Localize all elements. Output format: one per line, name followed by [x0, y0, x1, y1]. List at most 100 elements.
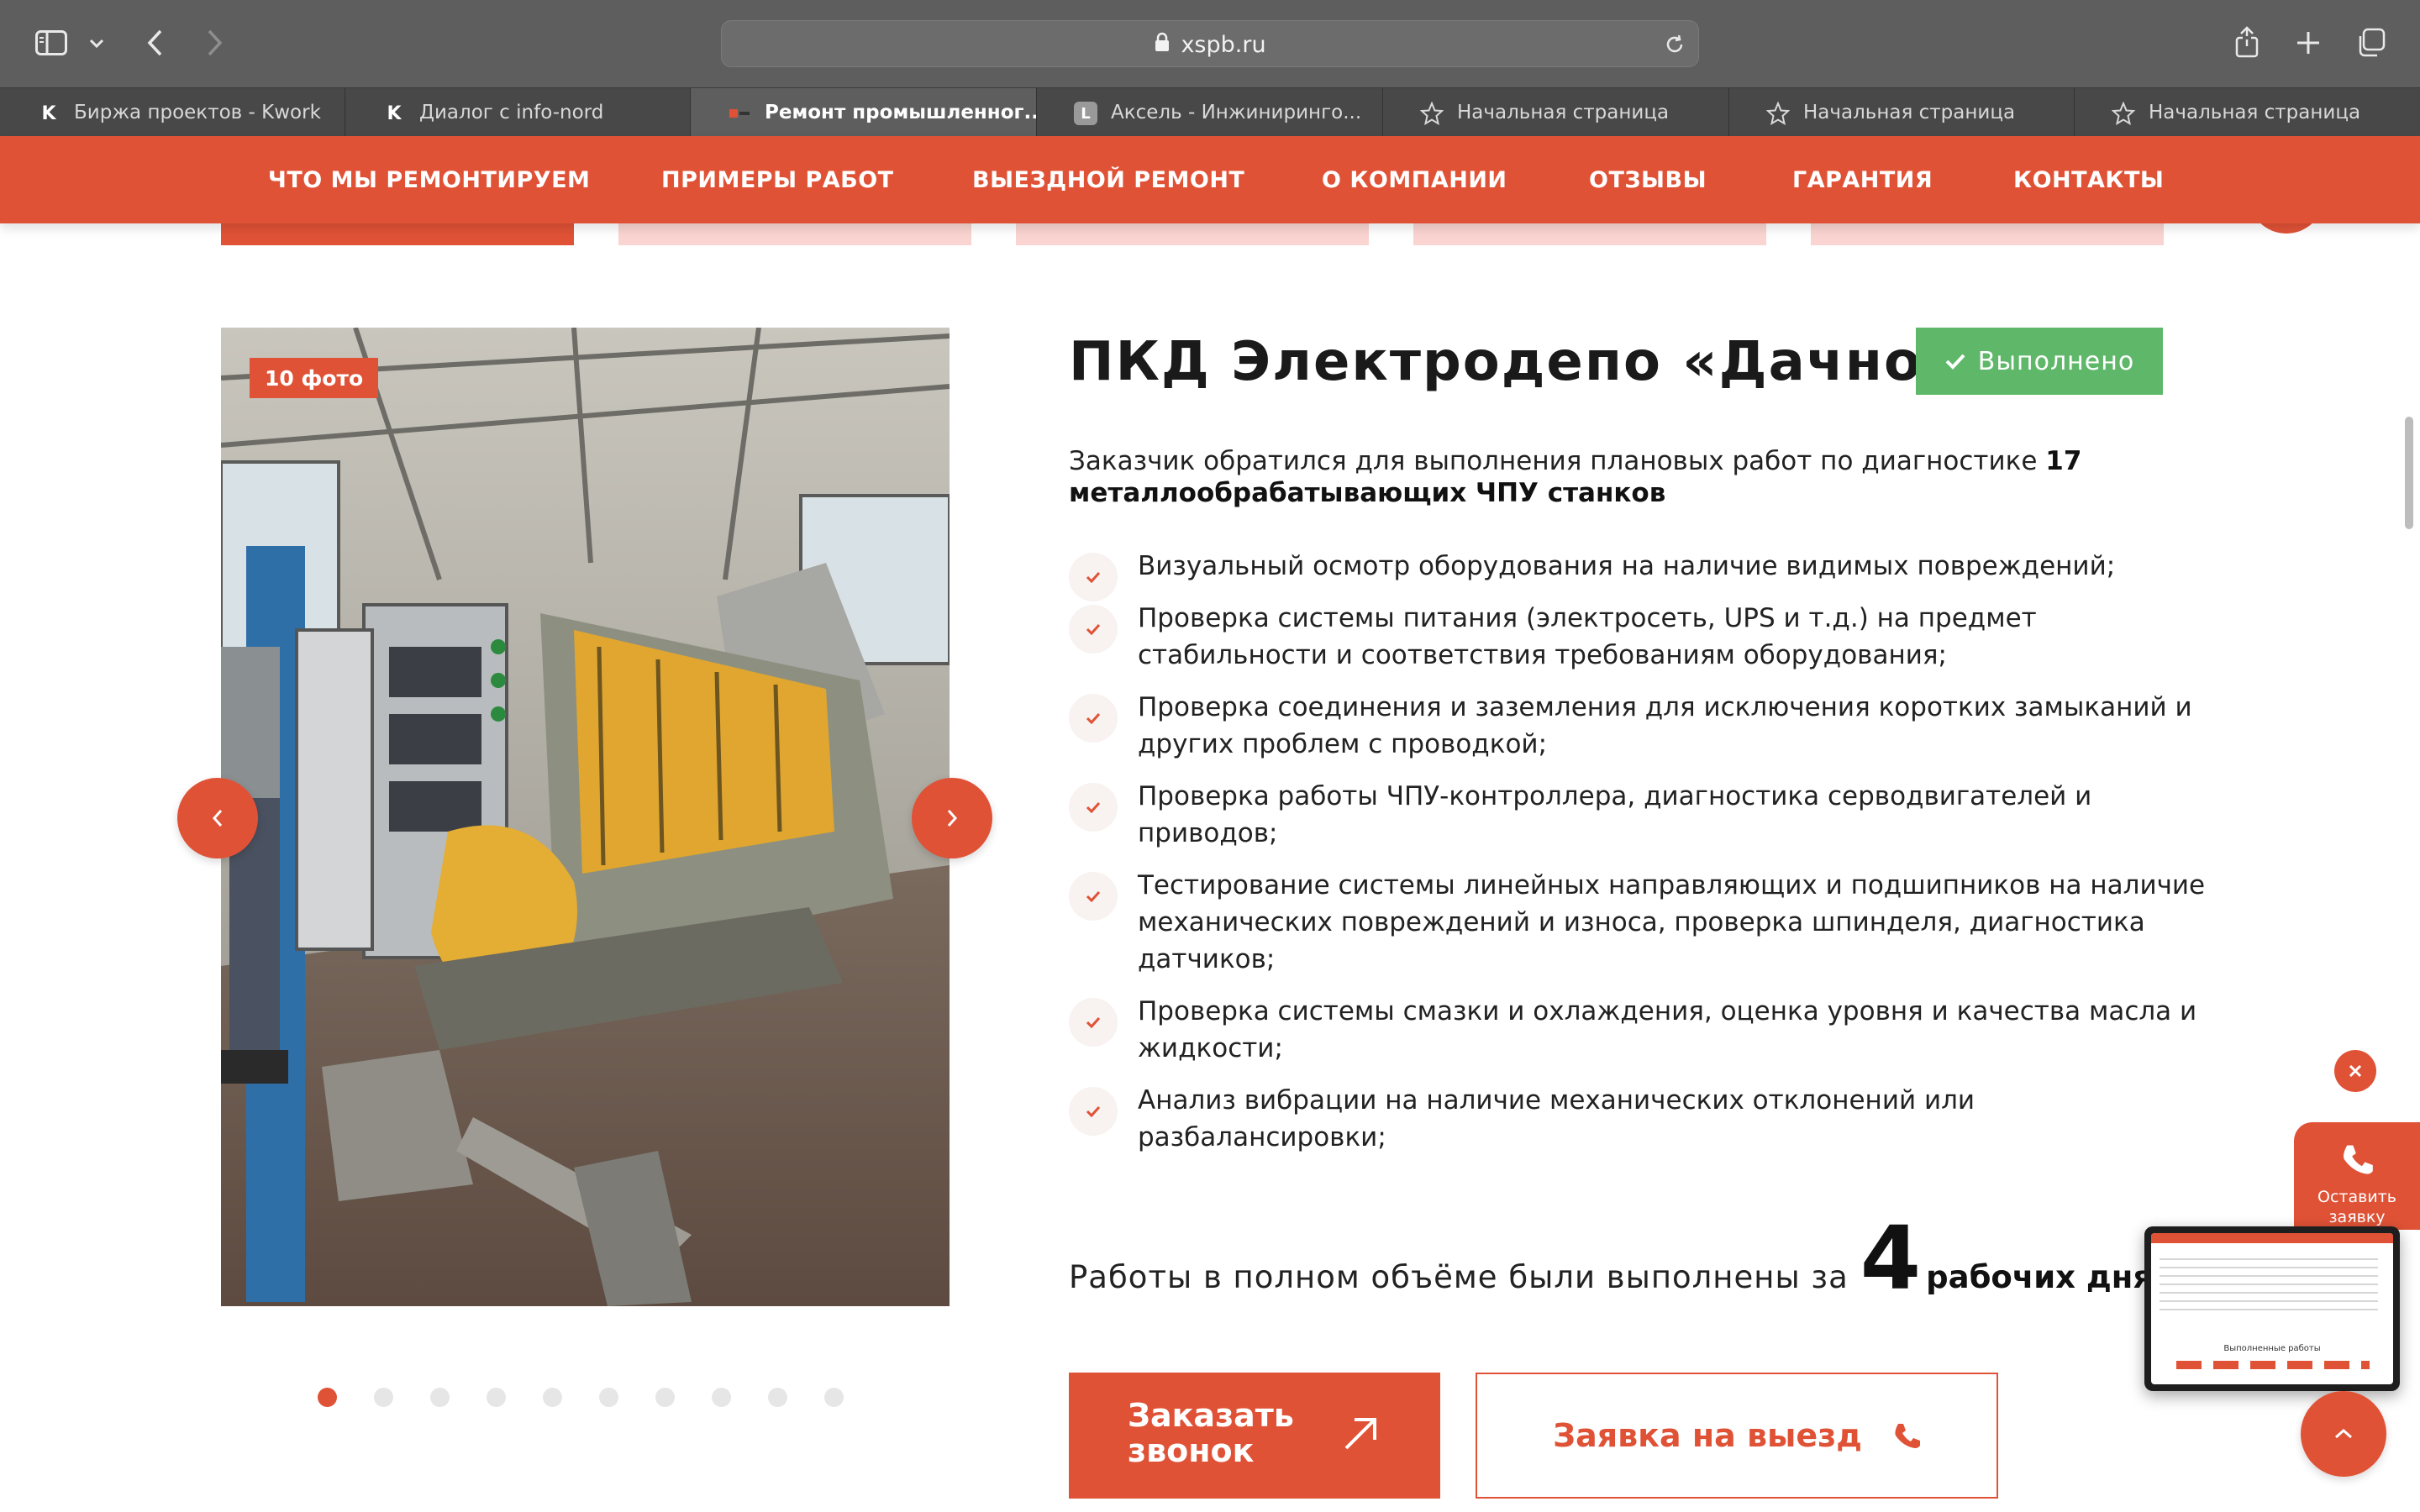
letter-l-icon: L — [1074, 102, 1097, 125]
onsite-request-button[interactable]: Заявка на выезд — [1476, 1373, 1998, 1499]
next-photo-button[interactable] — [912, 778, 992, 858]
url-text: xspb.ru — [1181, 31, 1266, 58]
list-item-text: Проверка системы питания (электросеть, U… — [1138, 603, 2037, 670]
tab-label: Начальная страница — [1803, 102, 2016, 123]
share-icon[interactable] — [2228, 22, 2265, 62]
thumbnail-preview: Выполненные работы — [2151, 1233, 2393, 1384]
tab-label: Начальная страница — [1457, 102, 1670, 123]
list-item-text: Анализ вибрации на наличие механических … — [1138, 1085, 1975, 1152]
arrow-up-right-icon — [1344, 1418, 1376, 1450]
page-scrollbar[interactable] — [2405, 417, 2413, 529]
chevron-left-icon — [212, 810, 223, 827]
pagination-dot[interactable] — [374, 1388, 393, 1407]
result-summary: Работы в полном объёме были выполнены за… — [1069, 1207, 2153, 1310]
gallery-pagination — [318, 1388, 844, 1408]
sidebar-toggle-icon[interactable] — [32, 24, 71, 62]
scroll-to-top-button[interactable] — [2301, 1391, 2386, 1477]
tab-label: Биржа проектов - Kwork — [74, 102, 321, 123]
tab-start-2[interactable]: Начальная страница — [1729, 88, 2075, 137]
list-item: Визуальный осмотр оборудования на наличи… — [1069, 548, 2228, 601]
tab-aksel[interactable]: L Аксель - Инжиниринго... — [1037, 88, 1383, 137]
tab-dialog[interactable]: K Диалог с info-nord — [345, 88, 691, 137]
browser-window: xspb.ru K Биржа проектов - Kwork K Диало… — [0, 0, 2420, 1512]
list-item-text: Визуальный осмотр оборудования на наличи… — [1138, 551, 2116, 581]
chevron-down-icon[interactable] — [84, 29, 109, 59]
tab-start-1[interactable]: Начальная страница — [1383, 88, 1729, 137]
pagination-dot[interactable] — [318, 1388, 337, 1407]
pagination-dot[interactable] — [599, 1388, 618, 1407]
pagination-dot[interactable] — [768, 1388, 787, 1407]
check-icon — [1069, 783, 1118, 832]
kwork-icon: K — [387, 102, 402, 124]
list-item: Анализ вибрации на наличие механических … — [1069, 1082, 2228, 1156]
thumbnail-caption: Выполненные работы — [2223, 1344, 2321, 1353]
check-icon — [1069, 1087, 1118, 1136]
new-tab-icon[interactable] — [2289, 24, 2328, 62]
category-tab-active[interactable] — [221, 223, 574, 245]
pagination-dot[interactable] — [655, 1388, 675, 1407]
tab-label: Начальная страница — [2149, 102, 2361, 123]
nav-warranty[interactable]: ГАРАНТИЯ — [1792, 136, 1933, 223]
tab-kwork[interactable]: K Биржа проектов - Kwork — [0, 88, 345, 137]
category-tab[interactable] — [1413, 223, 1766, 245]
tab-label: Ремонт промышленног... — [765, 102, 1037, 123]
chevron-up-icon — [2335, 1428, 2352, 1439]
result-text: Работы в полном объёме были выполнены за — [1069, 1259, 1849, 1295]
pagination-dot[interactable] — [543, 1388, 562, 1407]
list-item-text: Проверка системы смазки и охлаждения, оц… — [1138, 996, 2197, 1063]
browser-toolbar: xspb.ru — [0, 0, 2420, 87]
phone-icon — [1895, 1424, 1920, 1448]
star-icon — [2112, 102, 2135, 125]
intro-text: Заказчик обратился для выполнения планов… — [1069, 446, 2046, 476]
list-item-text: Проверка соединения и заземления для иск… — [1138, 692, 2192, 759]
project-photo[interactable] — [221, 328, 950, 1306]
back-icon[interactable] — [136, 24, 175, 62]
nav-onsite-repair[interactable]: ВЫЕЗДНОЙ РЕМОНТ — [972, 136, 1244, 223]
forward-icon[interactable] — [195, 24, 234, 62]
list-item-text: Тестирование системы линейных направляющ… — [1138, 870, 2206, 974]
pagination-dot[interactable] — [712, 1388, 731, 1407]
prev-photo-button[interactable] — [177, 778, 258, 858]
check-icon — [1945, 354, 1965, 370]
check-icon — [1069, 605, 1118, 654]
check-icon — [1069, 872, 1118, 921]
order-call-label: Заказать звонок — [1128, 1397, 1294, 1469]
order-call-button[interactable]: Заказать звонок — [1069, 1373, 1440, 1499]
list-item-text: Проверка работы ЧПУ-контроллера, диагнос… — [1138, 781, 2092, 848]
nav-what-we-repair[interactable]: ЧТО МЫ РЕМОНТИРУЕМ — [268, 136, 590, 223]
tab-overview-icon[interactable] — [2351, 24, 2390, 62]
nav-contacts[interactable]: КОНТАКТЫ — [2013, 136, 2164, 223]
pagination-dot[interactable] — [824, 1388, 844, 1407]
photo-count-badge: 10 фото — [250, 358, 379, 398]
tab-start-3[interactable]: Начальная страница — [2075, 88, 2420, 137]
tab-active-repair[interactable]: Ремонт промышленног... — [691, 88, 1037, 137]
star-icon — [1766, 102, 1790, 125]
pagination-dot[interactable] — [487, 1388, 506, 1407]
leave-request-widget[interactable]: Оставить заявку — [2294, 1122, 2420, 1230]
tab-label: Диалог с info-nord — [419, 102, 604, 123]
status-text: Выполнено — [1977, 346, 2135, 376]
tab-bar: K Биржа проектов - Kwork K Диалог с info… — [0, 87, 2420, 137]
nav-reviews[interactable]: ОТЗЫВЫ — [1589, 136, 1707, 223]
nav-work-examples[interactable]: ПРИМЕРЫ РАБОТ — [661, 136, 894, 223]
status-badge: Выполнено — [1916, 328, 2163, 395]
close-widget-button[interactable] — [2334, 1050, 2376, 1092]
list-item: Тестирование системы линейных направляющ… — [1069, 867, 2228, 978]
category-tab[interactable] — [1016, 223, 1369, 245]
site-icon — [728, 102, 751, 125]
list-item: Проверка соединения и заземления для иск… — [1069, 689, 2228, 763]
project-title: ПКД Электродепо «Дачное» — [1069, 331, 1997, 393]
screenshot-thumbnail[interactable]: Выполненные работы — [2144, 1226, 2400, 1391]
result-days-number: 4 — [1860, 1207, 1922, 1310]
pagination-dot[interactable] — [430, 1388, 450, 1407]
category-tab[interactable] — [1811, 223, 2164, 245]
list-item: Проверка системы смазки и охлаждения, оц… — [1069, 993, 2228, 1067]
address-bar[interactable]: xspb.ru — [721, 20, 1699, 67]
star-icon — [1420, 102, 1444, 125]
category-tab[interactable] — [618, 223, 971, 245]
nav-about[interactable]: О КОМПАНИИ — [1322, 136, 1507, 223]
tab-label: Аксель - Инжиниринго... — [1111, 102, 1362, 123]
reload-icon[interactable] — [1663, 33, 1686, 56]
check-icon — [1069, 998, 1118, 1047]
leave-request-label: Оставить заявку — [2317, 1188, 2396, 1226]
